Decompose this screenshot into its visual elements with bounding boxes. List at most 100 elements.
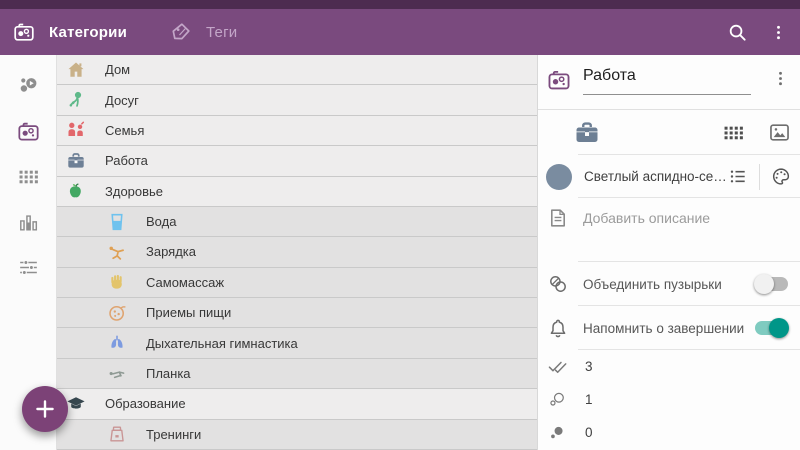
categories-icon xyxy=(546,67,572,93)
leisure-icon xyxy=(65,89,87,111)
switch-knob xyxy=(769,318,789,338)
color-swatch[interactable] xyxy=(546,163,572,190)
color-name-label: Светлый аспидно-се… xyxy=(584,169,727,184)
bubbles-filled-icon xyxy=(547,422,568,443)
bubbles-play-icon xyxy=(16,73,41,98)
stat-value: 3 xyxy=(585,359,593,374)
panel-icon-row xyxy=(538,110,800,155)
stat-row: 3 xyxy=(538,350,800,383)
bubbles-outline-icon xyxy=(547,389,568,410)
tune-icon xyxy=(16,255,41,280)
podium-icon xyxy=(106,423,128,445)
category-list: Дом Досуг Семья Работа Здоровье Вода Зарядка Са… xyxy=(57,55,537,450)
category-label: Приемы пищи xyxy=(146,305,232,321)
category-row[interactable]: Приемы пищи xyxy=(57,298,537,329)
briefcase-icon xyxy=(65,150,87,172)
category-row[interactable]: Дом xyxy=(57,55,537,86)
tag-icon xyxy=(169,20,193,44)
tab-label: Категории xyxy=(49,23,127,41)
category-row[interactable]: Образование xyxy=(57,389,537,420)
category-label: Дыхательная гимнастика xyxy=(146,335,298,351)
list-icon[interactable] xyxy=(727,165,749,188)
more-vert-icon[interactable] xyxy=(771,69,790,88)
hand-icon xyxy=(106,271,128,293)
grid-icon xyxy=(16,164,41,189)
lungs-icon xyxy=(106,332,128,354)
toggle-label: Объединить пузырьки xyxy=(583,276,722,292)
grad-cap-icon xyxy=(65,393,87,415)
description-field[interactable]: Добавить описание xyxy=(546,206,792,230)
category-label: Планка xyxy=(146,365,191,381)
category-row[interactable]: Тренинги xyxy=(57,419,537,450)
toggle-label: Напомнить о завершении xyxy=(583,320,745,336)
chart-icon xyxy=(16,210,41,235)
category-label: Досуг xyxy=(105,92,139,108)
panel-title-row: Работа xyxy=(538,55,800,110)
category-row[interactable]: Здоровье xyxy=(57,176,537,207)
category-row[interactable]: Досуг xyxy=(57,85,537,116)
categories-icon xyxy=(12,20,36,44)
tab-strip: Категории Теги xyxy=(12,20,237,44)
panel-toggle-remind: Напомнить о завершении xyxy=(538,306,800,350)
double-check-icon xyxy=(547,356,568,377)
category-label: Образование xyxy=(105,396,186,412)
app-bar: Категории Теги xyxy=(0,9,800,55)
detail-panel: Работа Светлый аспидно-се… Добавить опис… xyxy=(537,55,800,450)
category-label: Работа xyxy=(105,153,148,169)
category-label: Семья xyxy=(105,122,145,138)
image-icon[interactable] xyxy=(767,120,792,145)
rail-item-bubbles-view[interactable] xyxy=(0,63,56,109)
status-bar xyxy=(0,0,800,9)
category-label: Тренинги xyxy=(146,426,202,442)
exercise-icon xyxy=(106,241,128,263)
panel-stats: 3 1 0 xyxy=(538,350,800,449)
app-window: Категории Теги Дом Досуг Семья Работа Здоровь… xyxy=(0,0,800,450)
briefcase-icon[interactable] xyxy=(572,118,602,148)
add-category-fab[interactable] xyxy=(22,386,68,432)
merge-bubbles-icon xyxy=(546,272,570,296)
water-icon xyxy=(106,211,128,233)
family-icon xyxy=(65,119,87,141)
category-row[interactable]: Дыхательная гимнастика xyxy=(57,328,537,359)
category-row[interactable]: Зарядка xyxy=(57,237,537,268)
category-label: Дом xyxy=(105,62,131,78)
stat-value: 1 xyxy=(585,392,593,407)
panel-color-row: Светлый аспидно-се… xyxy=(538,155,800,198)
category-row[interactable]: Планка xyxy=(57,358,537,390)
tab-tags[interactable]: Теги xyxy=(169,20,237,44)
category-row[interactable]: Самомассаж xyxy=(57,267,537,298)
panel-description-row: Добавить описание xyxy=(538,198,800,262)
category-label: Здоровье xyxy=(105,183,164,199)
rail-item-grid-view[interactable] xyxy=(0,154,56,200)
search-icon[interactable] xyxy=(726,21,749,44)
grid-icon[interactable] xyxy=(721,120,746,145)
pizza-icon xyxy=(106,302,128,324)
rail-item-categories-view[interactable] xyxy=(0,109,56,155)
category-label: Зарядка xyxy=(146,244,196,260)
category-label: Самомассаж xyxy=(146,274,225,290)
tab-label: Теги xyxy=(206,23,238,41)
rail-item-stats-view[interactable] xyxy=(0,200,56,246)
apple-icon xyxy=(65,180,87,202)
category-row[interactable]: Работа xyxy=(57,146,537,177)
tab-categories[interactable]: Категории xyxy=(12,20,127,44)
more-vert-icon[interactable] xyxy=(769,23,788,42)
description-placeholder: Добавить описание xyxy=(583,210,711,226)
merge-bubbles-switch[interactable] xyxy=(754,274,788,294)
palette-icon[interactable] xyxy=(770,165,792,188)
remind-switch[interactable] xyxy=(755,318,789,338)
bell-icon xyxy=(546,316,570,340)
category-row[interactable]: Вода xyxy=(57,206,537,238)
stat-value: 0 xyxy=(585,425,593,440)
categories-icon xyxy=(16,119,41,144)
stat-row: 1 xyxy=(538,383,800,416)
home-icon xyxy=(65,59,87,81)
appbar-actions xyxy=(726,21,788,44)
doc-icon xyxy=(546,206,570,230)
category-name-field[interactable]: Работа xyxy=(583,65,751,95)
category-row[interactable]: Семья xyxy=(57,115,537,147)
stat-row: 0 xyxy=(538,416,800,449)
rail-item-settings-view[interactable] xyxy=(0,245,56,291)
vertical-divider xyxy=(758,163,760,190)
plus-icon xyxy=(32,396,58,422)
